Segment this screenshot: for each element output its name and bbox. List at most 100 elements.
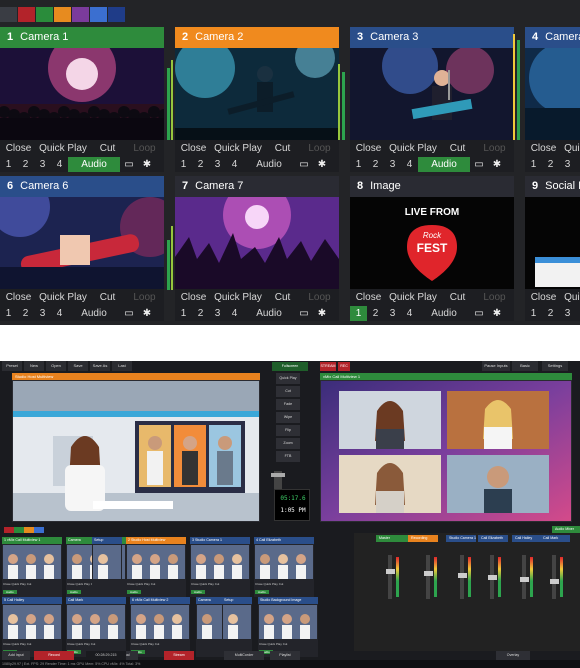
record-button[interactable]: Record — [34, 651, 74, 660]
close-button[interactable]: Close — [67, 582, 75, 586]
quick-play-button[interactable]: Quick Play — [562, 142, 580, 156]
cut-button[interactable]: Cut — [439, 291, 476, 305]
color-swatch-1[interactable] — [0, 7, 17, 22]
overlay-2-button[interactable]: 2 — [192, 306, 209, 321]
menu-tab-save-as[interactable]: Save As — [90, 361, 110, 371]
tile-preview-image[interactable] — [350, 48, 514, 140]
input-header[interactable]: 4 Call Elizabeth — [254, 537, 314, 544]
tile-preview-image[interactable]: LIVE FROM Rock FEST — [350, 197, 514, 289]
overlay-3-button[interactable]: 3 — [209, 157, 226, 172]
overlay-3-button[interactable]: 3 — [34, 306, 51, 321]
color-swatch-5[interactable] — [72, 7, 89, 22]
input-item[interactable]: Call MarkClose Quick Play CutAudio — [66, 597, 126, 657]
quick-play-button[interactable]: Quick Play — [212, 291, 264, 305]
input-thumbnail[interactable] — [3, 605, 61, 639]
input-item[interactable]: Setup — [222, 597, 252, 657]
monitor-icon[interactable]: ▭ — [295, 306, 313, 321]
loop-button[interactable]: Loop — [126, 142, 163, 156]
multicorder-button[interactable]: MultiCorder — [224, 651, 264, 660]
input-item[interactable]: Setup — [92, 537, 122, 597]
overlay-4-button[interactable]: 4 — [226, 306, 243, 321]
cut-button[interactable]: Cut — [27, 642, 32, 646]
audio-button[interactable]: Audio — [67, 590, 81, 594]
color-swatch-6[interactable] — [90, 7, 107, 22]
cut-button[interactable]: Cut — [27, 582, 32, 586]
input-tile-4[interactable]: 4 Camera CloseQuick PlayCutLoop1234Audio▭✱ — [525, 27, 580, 172]
tile-preview-image[interactable] — [175, 48, 339, 140]
monitor-icon[interactable]: ▭ — [120, 306, 138, 321]
t-bar[interactable] — [271, 471, 285, 491]
overlay-4-button[interactable]: 4 — [576, 306, 580, 321]
quick-play-button[interactable]: Quick Play — [37, 142, 89, 156]
close-button[interactable]: Close — [350, 142, 387, 156]
overlay-3-button[interactable]: 3 — [384, 157, 401, 172]
volume-fader[interactable] — [457, 555, 467, 599]
close-button[interactable]: Close — [525, 291, 562, 305]
tile-header[interactable]: 4 Camera — [525, 27, 580, 48]
quick-play-button[interactable]: Quick Play — [387, 291, 439, 305]
input-item[interactable]: 1 vMix Call Multiview 1 Close Quick Play … — [2, 537, 62, 597]
input-tile-3[interactable]: 3 Camera 3 Close Quick Play Cut Loop 1 2 3 4 Audio… — [350, 27, 514, 172]
color-swatch-4[interactable] — [54, 7, 71, 22]
gear-icon[interactable]: ✱ — [138, 157, 156, 172]
input-thumbnail[interactable] — [191, 545, 249, 579]
overlay-2-button[interactable]: 2 — [367, 157, 384, 172]
cut-button[interactable]: Cut — [279, 582, 284, 586]
input-thumbnail[interactable] — [259, 605, 317, 639]
close-button[interactable]: Close — [3, 642, 11, 646]
menu-tab-last[interactable]: Last — [112, 361, 132, 371]
audio-button[interactable]: Audio — [243, 157, 295, 172]
right-tab-basic[interactable]: Basic — [512, 361, 538, 371]
tile-preview-image[interactable] — [175, 197, 339, 289]
close-button[interactable]: Close — [0, 142, 37, 156]
input-item[interactable]: Studio Background Image Close Quick Play … — [258, 597, 318, 657]
overlay-3-button[interactable]: 3 — [34, 157, 51, 172]
overlay-4-button[interactable]: 4 — [401, 157, 418, 172]
color-swatch-7[interactable] — [108, 7, 125, 22]
color-swatch-3[interactable] — [36, 7, 53, 22]
monitor-icon[interactable]: ▭ — [470, 157, 488, 172]
add-input-button[interactable]: Add Input — [2, 651, 30, 660]
cut-button[interactable]: Cut — [89, 291, 126, 305]
overlay-2-button[interactable]: 2 — [17, 157, 34, 172]
input-item[interactable]: 6 vMix Call Multiview 2 Close Quick Play … — [130, 597, 190, 657]
input-header[interactable]: 3 Studio Camera 1 — [190, 537, 250, 544]
transition-flip-button[interactable]: Flip — [276, 425, 300, 436]
quick-play-button[interactable]: Quick Play — [37, 291, 89, 305]
input-header[interactable]: 1 vMix Call Multiview 1 — [2, 537, 62, 544]
fullscreen-button[interactable]: Fullscreen — [272, 362, 308, 371]
transition-fade-button[interactable]: Fade — [276, 399, 300, 410]
volume-fader[interactable] — [423, 555, 433, 599]
menu-tab-new[interactable]: New — [24, 361, 44, 371]
overlay-1-button[interactable]: 1 — [0, 157, 17, 172]
cut-button[interactable]: Cut — [264, 291, 301, 305]
input-thumbnail[interactable] — [67, 605, 125, 639]
audio-button[interactable]: Audio — [191, 590, 205, 594]
close-button[interactable]: Close — [175, 291, 212, 305]
input-item[interactable]: 5 Call HaileyClose Quick Play CutAudio — [2, 597, 62, 657]
quick-play-button[interactable]: Quick Play — [12, 642, 26, 646]
loop-button[interactable]: Loop — [476, 142, 513, 156]
loop-button[interactable]: Loop — [126, 291, 163, 305]
input-header[interactable]: Setup — [222, 597, 252, 604]
quick-play-button[interactable]: Quick Play — [264, 582, 278, 586]
input-thumbnail[interactable] — [197, 605, 225, 639]
tile-header[interactable]: 3 Camera 3 — [350, 27, 514, 48]
input-color-tabs[interactable] — [4, 527, 44, 533]
stream-button[interactable]: Stream — [164, 651, 194, 660]
gear-icon[interactable]: ✱ — [488, 306, 506, 321]
input-tile-7[interactable]: 7 Camera 7 Close Quick Play Cut Loop 1 2 3 4 Audio… — [175, 176, 339, 321]
loop-button[interactable]: Loop — [301, 142, 338, 156]
overlay-4-button[interactable]: 4 — [226, 157, 243, 172]
transition-cut-button[interactable]: Cut — [276, 386, 300, 397]
tile-header[interactable]: 1 Camera 1 — [0, 27, 164, 48]
input-tile-2[interactable]: 2 Camera 2 Close Quick Play Cut Loop 1 2 3 4 Audio… — [175, 27, 339, 172]
quick-play-button[interactable]: Quick Play — [76, 582, 90, 586]
input-header[interactable]: Setup — [92, 537, 122, 544]
overlay-1-button[interactable]: 1 — [175, 306, 192, 321]
overlay-1-button[interactable]: 1 — [0, 306, 17, 321]
quick-play-button[interactable]: Quick Play — [140, 642, 154, 646]
cut-button[interactable]: Cut — [439, 142, 476, 156]
close-button[interactable]: Close — [127, 582, 135, 586]
close-button[interactable]: Close — [131, 642, 139, 646]
